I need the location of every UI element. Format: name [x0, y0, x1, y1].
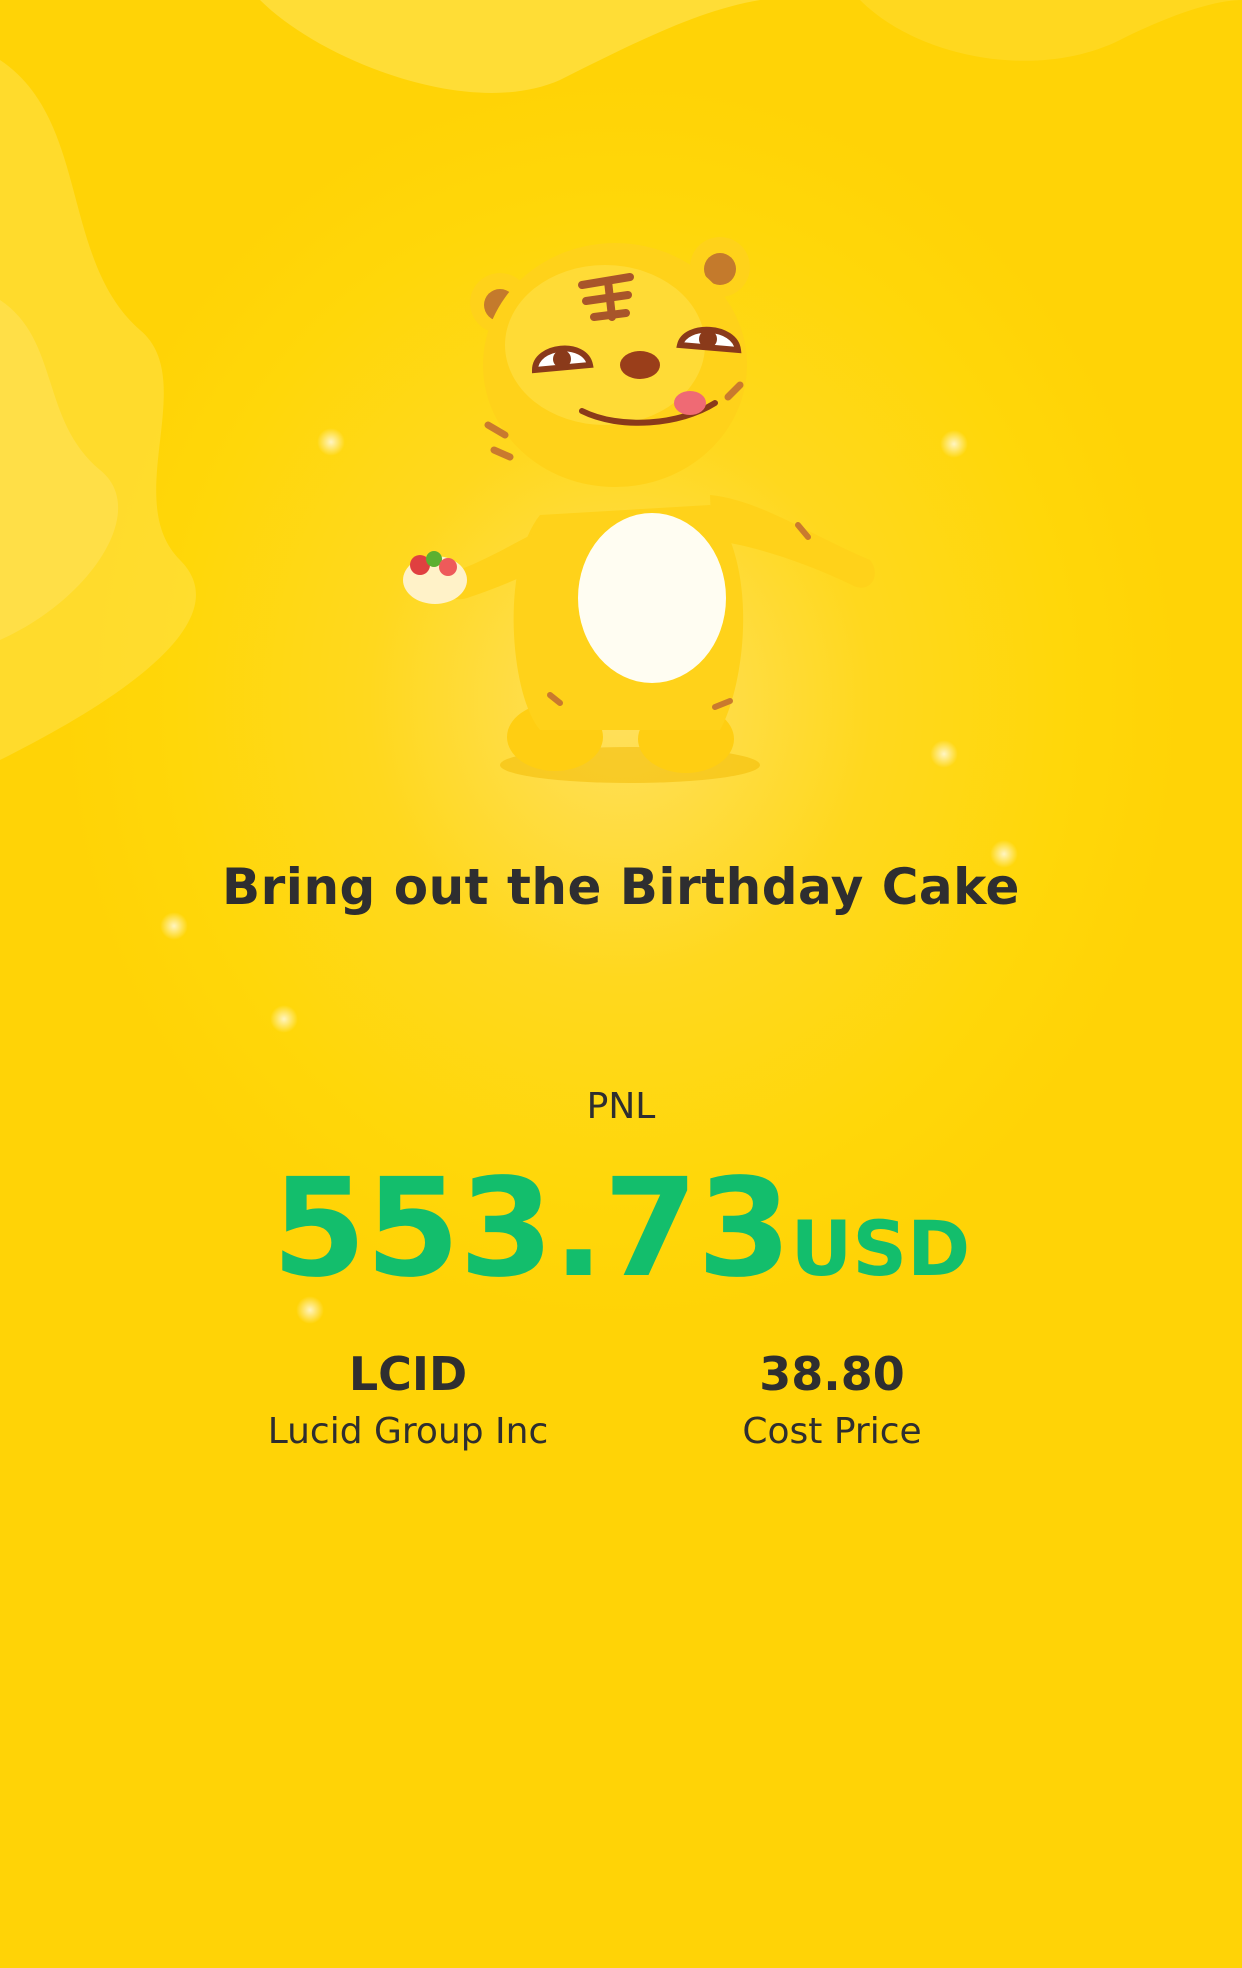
share-card: Bring out the Birthday Cake PNL 553.73US…: [0, 0, 1242, 1968]
sparkle: [930, 740, 958, 768]
sparkle: [270, 1005, 298, 1033]
pnl-amount: 553.73: [271, 1150, 792, 1308]
cost-price-info: 38.80 Cost Price: [632, 1345, 1032, 1457]
pnl-label: PNL: [586, 1086, 656, 1127]
pnl-currency-unit: USD: [790, 1204, 971, 1293]
stock-info: LCID Lucid Group Inc: [208, 1345, 608, 1457]
stock-symbol: LCID: [348, 1347, 468, 1401]
pnl-value: 553.73USD: [0, 1150, 1242, 1308]
stock-name: Lucid Group Inc: [267, 1411, 549, 1452]
tiger-mascot-illustration: [403, 237, 875, 783]
sparkle: [160, 912, 188, 940]
cost-price-label: Cost Price: [742, 1411, 922, 1452]
cost-price-value: 38.80: [759, 1347, 905, 1401]
sparkle: [317, 428, 345, 456]
sparkle: [940, 430, 968, 458]
share-headline: Bring out the Birthday Cake: [222, 858, 1020, 916]
